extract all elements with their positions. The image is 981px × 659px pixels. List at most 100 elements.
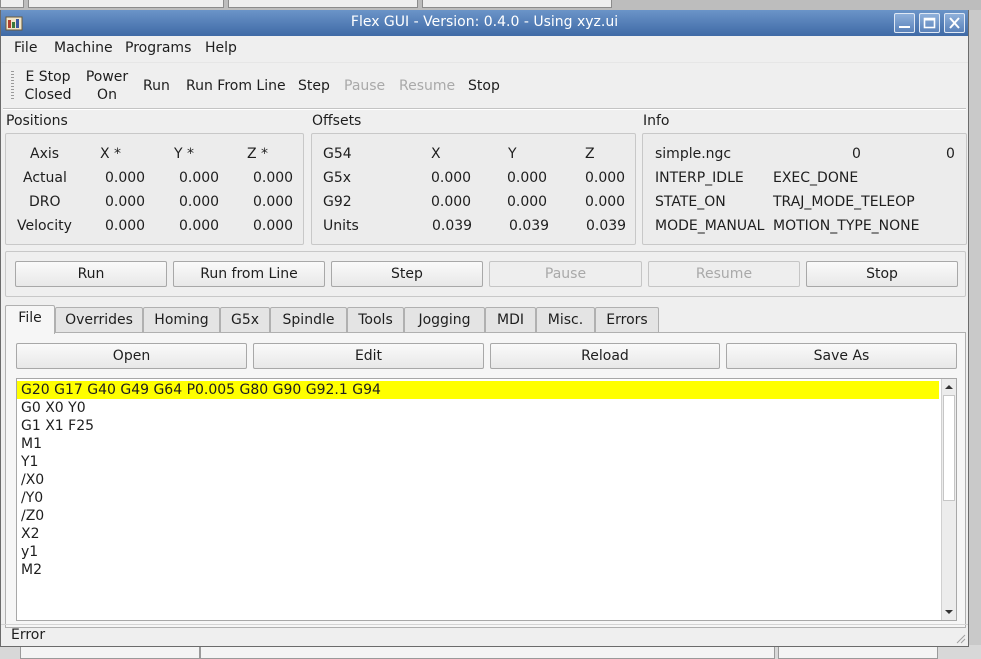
scroll-up-icon[interactable]	[944, 382, 954, 392]
positions-row-label: DRO	[29, 194, 61, 210]
maximize-icon	[923, 17, 936, 29]
tab-tools[interactable]: Tools	[347, 307, 404, 333]
toolbar-run-from-line-button[interactable]: Run From Line	[186, 77, 286, 95]
gcode-current-line[interactable]: G20 G17 G40 G49 G64 P0.005 G80 G90 G92.1…	[17, 381, 939, 399]
gcode-line[interactable]: /X0	[21, 471, 44, 489]
g92-x-value: 0.000	[431, 194, 472, 210]
tab-errors[interactable]: Errors	[595, 307, 659, 333]
info-line-value: 0	[946, 146, 955, 162]
positions-header-x: X *	[100, 146, 122, 162]
tab-homing[interactable]: Homing	[143, 307, 220, 333]
toolbar-estop-button[interactable]: E Stop Closed	[21, 68, 75, 104]
toolbar-pause-button[interactable]: Pause	[344, 77, 385, 95]
tab-mdi[interactable]: MDI	[485, 307, 536, 333]
toolbar-step-button[interactable]: Step	[298, 77, 330, 95]
loaded-file-name: simple.ngc	[655, 146, 732, 162]
motion-type: MOTION_TYPE_NONE	[773, 218, 920, 234]
positions-title: Positions	[6, 113, 68, 129]
units-z-value: 0.039	[586, 218, 627, 234]
dro-z-value: 0.000	[253, 194, 294, 210]
traj-mode: TRAJ_MODE_TELEOP	[773, 194, 915, 210]
dro-x-value: 0.000	[105, 194, 146, 210]
gcode-line[interactable]: /Y0	[21, 489, 43, 507]
g5x-x-value: 0.000	[431, 170, 472, 186]
step-button[interactable]: Step	[331, 261, 483, 287]
g5x-y-value: 0.000	[507, 170, 548, 186]
run-from-line-button[interactable]: Run from Line	[173, 261, 325, 287]
menu-machine[interactable]: Machine	[54, 40, 113, 56]
tab-g5x[interactable]: G5x	[220, 307, 270, 333]
gcode-line[interactable]: M2	[21, 561, 42, 579]
save-as-button[interactable]: Save As	[726, 343, 957, 369]
actual-x-value: 0.000	[105, 170, 146, 186]
estop-label: E Stop	[25, 69, 71, 85]
power-label: Power	[85, 69, 129, 85]
g5x-z-value: 0.000	[585, 170, 626, 186]
positions-row-label: Actual	[23, 170, 67, 186]
open-button[interactable]: Open	[16, 343, 247, 369]
toolbar-power-button[interactable]: Power On	[81, 68, 133, 104]
gcode-line[interactable]: G0 X0 Y0	[21, 399, 86, 417]
toolbar-run-button[interactable]: Run	[143, 77, 170, 95]
resize-grip-icon[interactable]	[954, 632, 966, 644]
offsets-header-x: X	[431, 146, 441, 162]
offsets-row-label: Units	[323, 218, 359, 234]
menu-programs[interactable]: Programs	[125, 40, 191, 56]
gcode-viewer[interactable]: G20 G17 G40 G49 G64 P0.005 G80 G90 G92.1…	[16, 378, 957, 621]
velocity-z-value: 0.000	[253, 218, 294, 234]
status-bar: Error	[1, 624, 968, 646]
scrollbar-thumb[interactable]	[943, 395, 955, 501]
background-taskbar	[0, 0, 981, 10]
status-message: Error	[11, 627, 46, 643]
gcode-line[interactable]: G1 X1 F25	[21, 417, 94, 435]
scroll-down-icon[interactable]	[944, 607, 954, 617]
tab-file[interactable]: File	[5, 305, 55, 334]
window-title: Flex GUI - Version: 0.4.0 - Using xyz.ui	[350, 14, 619, 30]
menu-file[interactable]: File	[14, 40, 37, 56]
info-line-value: 0	[852, 146, 861, 162]
task-state: STATE_ON	[655, 194, 726, 210]
gcode-line[interactable]: M1	[21, 435, 42, 453]
pause-button[interactable]: Pause	[489, 261, 642, 287]
tab-jogging[interactable]: Jogging	[404, 307, 485, 333]
velocity-x-value: 0.000	[105, 218, 146, 234]
info-panel: simple.ngc 0 0 INTERP_IDLE EXEC_DONE STA…	[642, 133, 967, 245]
minimize-button[interactable]	[894, 13, 915, 33]
units-y-value: 0.039	[509, 218, 550, 234]
info-title: Info	[643, 113, 670, 129]
reload-button[interactable]: Reload	[490, 343, 720, 369]
offsets-row-label: G5x	[323, 170, 352, 186]
maximize-button[interactable]	[919, 13, 940, 33]
exec-state: EXEC_DONE	[773, 170, 859, 186]
run-button[interactable]: Run	[15, 261, 167, 287]
offsets-header-z: Z	[585, 146, 595, 162]
background-window	[0, 645, 981, 659]
toolbar-resume-button[interactable]: Resume	[399, 77, 455, 95]
positions-header-y: Y *	[174, 146, 195, 162]
tab-overrides[interactable]: Overrides	[55, 307, 143, 333]
edit-button[interactable]: Edit	[253, 343, 484, 369]
minimize-icon	[899, 26, 910, 28]
tab-spindle[interactable]: Spindle	[270, 307, 347, 333]
gcode-line[interactable]: /Z0	[21, 507, 44, 525]
gcode-line[interactable]: y1	[21, 543, 38, 561]
positions-header-axis: Axis	[30, 146, 60, 162]
actual-z-value: 0.000	[253, 170, 294, 186]
offsets-title: Offsets	[312, 113, 362, 129]
gcode-line[interactable]: X2	[21, 525, 40, 543]
tab-misc[interactable]: Misc.	[536, 307, 595, 333]
toolbar-stop-button[interactable]: Stop	[468, 77, 500, 95]
g92-y-value: 0.000	[507, 194, 548, 210]
gcode-line[interactable]: Y1	[21, 453, 38, 471]
stop-button[interactable]: Stop	[806, 261, 958, 287]
main-window: Flex GUI - Version: 0.4.0 - Using xyz.ui…	[0, 10, 969, 647]
menu-help[interactable]: Help	[205, 40, 237, 56]
gcode-vertical-scrollbar[interactable]	[941, 379, 956, 620]
title-bar[interactable]: Flex GUI - Version: 0.4.0 - Using xyz.ui	[1, 10, 968, 36]
tab-bar: File Overrides Homing G5x Spindle Tools …	[5, 305, 966, 334]
resume-button[interactable]: Resume	[648, 261, 800, 287]
toolbar-grip-handle[interactable]	[11, 71, 14, 101]
menu-bar: File Machine Programs Help	[1, 36, 968, 60]
positions-row-label: Velocity	[17, 218, 72, 234]
close-button[interactable]	[944, 13, 965, 33]
